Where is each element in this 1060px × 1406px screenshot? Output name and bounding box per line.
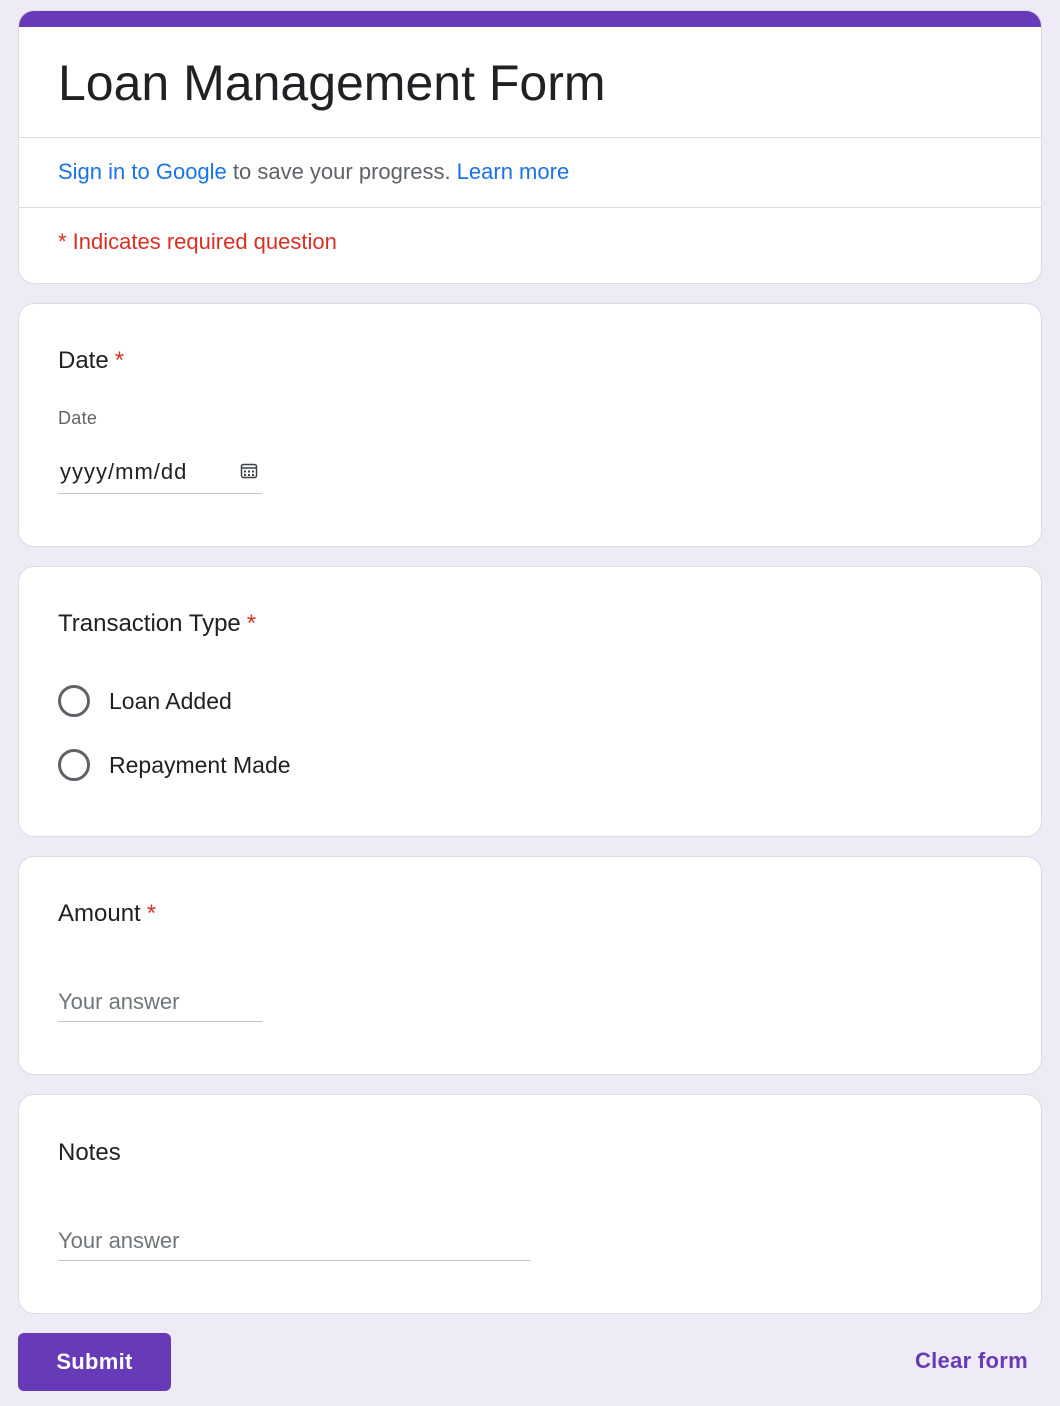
header-divider [19,137,1041,138]
signin-link[interactable]: Sign in to Google [58,159,227,184]
question-notes-card: Notes [18,1094,1042,1314]
required-note: * Indicates required question [58,229,337,254]
signin-text: to save your progress. [226,159,457,184]
signin-notice: Sign in to Google to save your progress.… [58,157,569,187]
date-input-value: yyyy/mm/dd [60,459,188,484]
question-title-text: Date [58,347,109,374]
submit-button[interactable]: Submit [18,1333,171,1391]
question-title-text: Transaction Type [58,610,241,637]
question-title-notes: Notes [58,1137,121,1169]
question-title-transaction-type: Transaction Type * [58,608,256,640]
question-transaction-type-card: Transaction Type * Loan Added Repayment M… [18,566,1042,837]
question-title-amount: Amount * [58,898,156,930]
radio-option-repayment-made[interactable]: Repayment Made [58,747,291,783]
radio-label: Loan Added [109,688,232,714]
required-asterisk: * [114,347,125,374]
radio-option-loan-added[interactable]: Loan Added [58,683,232,719]
date-input[interactable]: yyyy/mm/dd [58,454,262,494]
date-sublabel: Date [58,408,98,428]
learn-more-link[interactable]: Learn more [457,159,570,184]
header-accent-bar [19,11,1041,27]
question-date-card: Date * Date yyyy/mm/dd [18,303,1042,547]
radio-label: Repayment Made [109,752,291,778]
required-asterisk: * [146,900,157,927]
question-title-text: Amount [58,900,141,927]
form-title: Loan Management Form [58,55,606,111]
clear-form-button[interactable]: Clear form [915,1346,1028,1376]
required-asterisk: * [246,610,257,637]
question-title-date: Date * [58,345,124,377]
notes-input[interactable] [58,1221,531,1261]
header-divider-2 [19,207,1041,208]
radio-button[interactable] [58,685,90,717]
calendar-icon[interactable] [240,462,258,480]
radio-button[interactable] [58,749,90,781]
form-header-card: Loan Management Form Sign in to Google t… [18,10,1042,284]
question-title-text: Notes [58,1139,121,1166]
form-page: Loan Management Form Sign in to Google t… [0,0,1060,1406]
question-amount-card: Amount * [18,856,1042,1075]
amount-input[interactable] [58,982,263,1022]
